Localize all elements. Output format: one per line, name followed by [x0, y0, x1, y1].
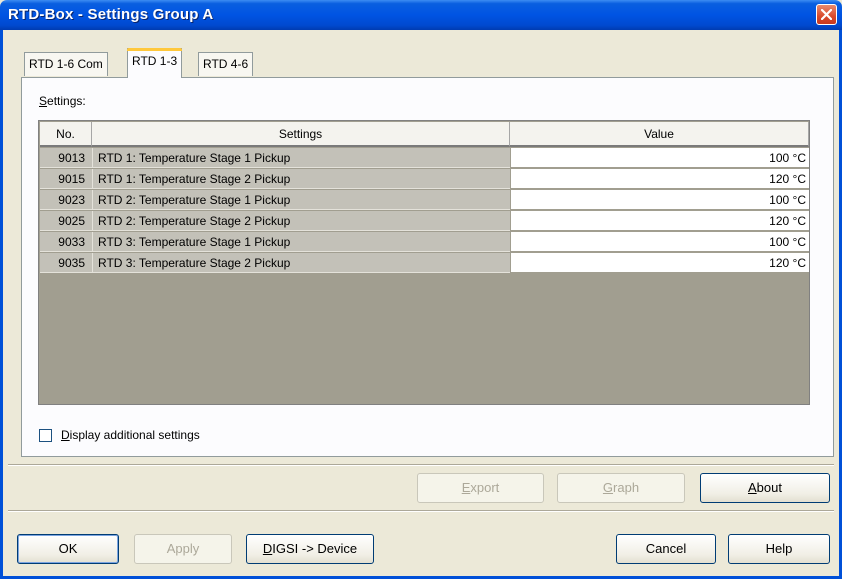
table-row[interactable]: 9013 RTD 1: Temperature Stage 1 Pickup 1…	[40, 148, 809, 169]
tab-label: RTD 1-6 Com	[29, 57, 103, 71]
cell-setting: RTD 3: Temperature Stage 2 Pickup	[92, 253, 510, 273]
separator	[8, 510, 834, 512]
cancel-button[interactable]: Cancel	[616, 534, 716, 564]
cell-no: 9015	[40, 169, 92, 189]
display-additional-settings-label[interactable]: Display additional settings	[61, 428, 200, 442]
tab-rtd-4-6[interactable]: RTD 4-6	[198, 52, 254, 76]
display-additional-settings-checkbox[interactable]	[39, 429, 52, 442]
table-header: No. Settings Value	[40, 122, 809, 147]
tab-rtd-1-6-com[interactable]: RTD 1-6 Com	[24, 52, 108, 76]
table-row[interactable]: 9023 RTD 2: Temperature Stage 1 Pickup 1…	[40, 190, 809, 211]
table-row[interactable]: 9033 RTD 3: Temperature Stage 1 Pickup 1…	[40, 232, 809, 253]
title-bar: RTD-Box - Settings Group A	[0, 0, 842, 30]
cell-no: 9033	[40, 232, 92, 252]
table-row[interactable]: 9015 RTD 1: Temperature Stage 2 Pickup 1…	[40, 169, 809, 190]
tab-label: RTD 4-6	[203, 57, 249, 71]
close-icon	[821, 9, 832, 20]
tab-label: RTD 1-3	[132, 54, 178, 68]
cell-value[interactable]: 120 °C	[510, 211, 809, 231]
cell-setting: RTD 1: Temperature Stage 1 Pickup	[92, 148, 510, 168]
graph-button[interactable]: Graph	[557, 473, 685, 503]
digsi-to-device-button[interactable]: DIGSI -> Device	[246, 534, 374, 564]
table-row[interactable]: 9035 RTD 3: Temperature Stage 2 Pickup 1…	[40, 253, 809, 274]
cell-setting: RTD 2: Temperature Stage 1 Pickup	[92, 190, 510, 210]
column-header-no[interactable]: No.	[40, 122, 92, 147]
cell-value[interactable]: 120 °C	[510, 253, 809, 273]
apply-button[interactable]: Apply	[134, 534, 232, 564]
cell-setting: RTD 2: Temperature Stage 2 Pickup	[92, 211, 510, 231]
settings-label: Settings:	[39, 94, 86, 108]
help-button[interactable]: Help	[728, 534, 830, 564]
ok-button[interactable]: OK	[17, 534, 119, 564]
table-row[interactable]: 9025 RTD 2: Temperature Stage 2 Pickup 1…	[40, 211, 809, 232]
window-frame-left	[0, 30, 3, 579]
cell-value[interactable]: 120 °C	[510, 169, 809, 189]
tab-panel: Settings: No. Settings Value 9013 RTD 1:…	[21, 77, 834, 457]
cell-value[interactable]: 100 °C	[510, 148, 809, 168]
cell-no: 9013	[40, 148, 92, 168]
cell-no: 9023	[40, 190, 92, 210]
cell-value[interactable]: 100 °C	[510, 232, 809, 252]
settings-table: No. Settings Value 9013 RTD 1: Temperatu…	[38, 120, 810, 405]
column-header-settings[interactable]: Settings	[92, 122, 510, 147]
cell-value[interactable]: 100 °C	[510, 190, 809, 210]
window-title: RTD-Box - Settings Group A	[8, 6, 214, 23]
about-button[interactable]: About	[700, 473, 830, 503]
column-header-value[interactable]: Value	[510, 122, 809, 147]
export-button[interactable]: Export	[417, 473, 544, 503]
tab-rtd-1-3[interactable]: RTD 1-3	[127, 48, 183, 78]
cell-setting: RTD 1: Temperature Stage 2 Pickup	[92, 169, 510, 189]
cell-no: 9035	[40, 253, 92, 273]
close-button[interactable]	[816, 4, 837, 25]
cell-no: 9025	[40, 211, 92, 231]
cell-setting: RTD 3: Temperature Stage 1 Pickup	[92, 232, 510, 252]
separator	[8, 464, 834, 466]
